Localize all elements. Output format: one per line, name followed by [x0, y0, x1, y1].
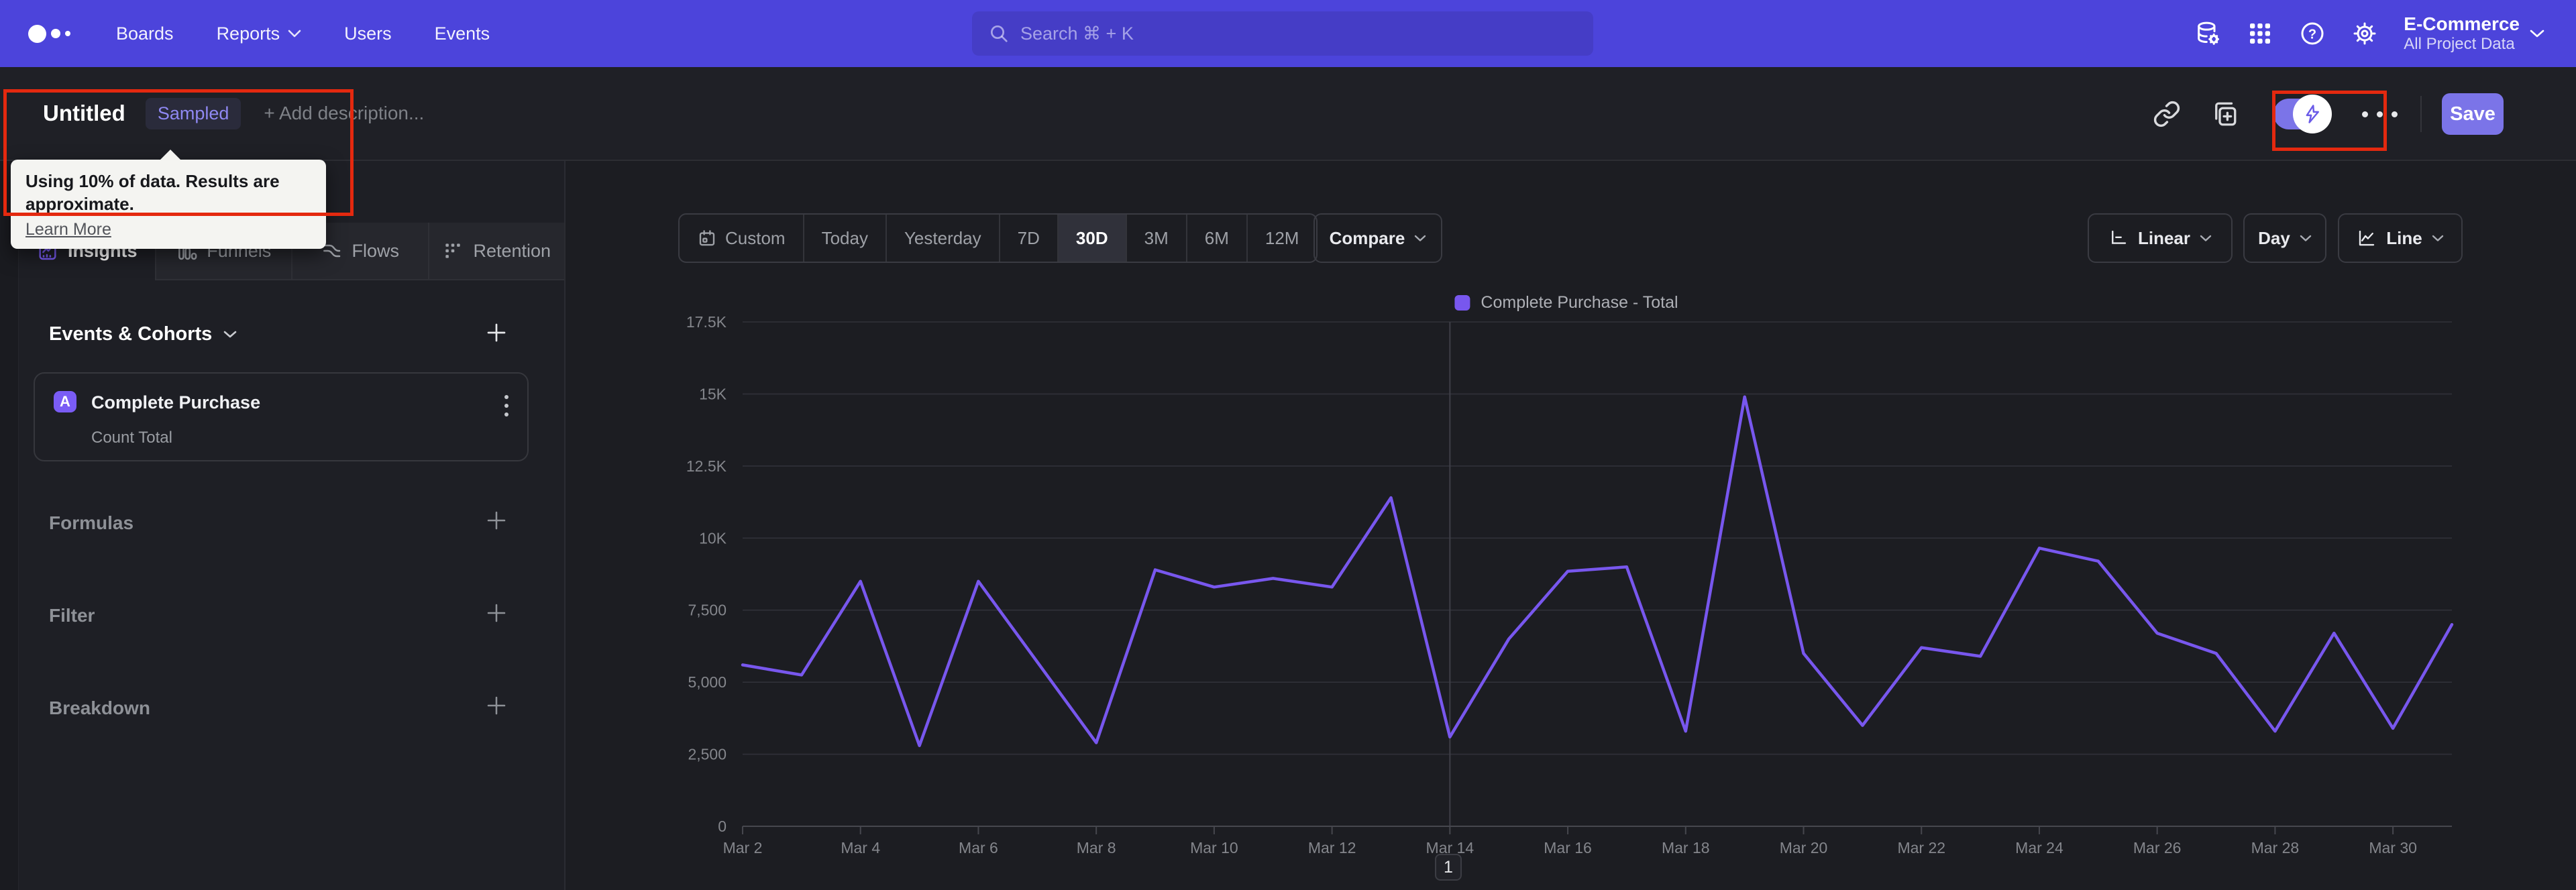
save-button[interactable]: Save — [2442, 93, 2504, 135]
sampling-toggle[interactable] — [2273, 95, 2332, 133]
chevron-down-icon[interactable] — [2529, 29, 2545, 38]
query-sidebar: Insights Funnels Flows Retention Events … — [0, 161, 566, 890]
top-nav: Boards Reports Users Events Search ⌘ + K — [0, 0, 2576, 67]
svg-text:12.5K: 12.5K — [686, 457, 727, 475]
toggle-knob — [2293, 95, 2332, 133]
svg-text:17.5K: 17.5K — [686, 313, 727, 331]
report-title[interactable]: Untitled — [43, 101, 125, 126]
svg-text:7,500: 7,500 — [688, 602, 727, 619]
events-cohorts-header[interactable]: Events & Cohorts — [49, 323, 237, 345]
add-to-board-icon[interactable] — [2210, 100, 2239, 128]
add-filter-button[interactable] — [484, 601, 508, 625]
chevron-down-icon — [288, 30, 301, 38]
add-formula-button[interactable] — [484, 508, 508, 533]
formulas-section: Formulas — [0, 510, 566, 539]
svg-text:Mar 20: Mar 20 — [1780, 839, 1828, 856]
svg-text:Mar 10: Mar 10 — [1190, 839, 1238, 856]
svg-text:Mar 12: Mar 12 — [1308, 839, 1356, 856]
svg-text:?: ? — [2308, 27, 2316, 42]
search-input[interactable]: Search ⌘ + K — [972, 11, 1593, 56]
app-root: Boards Reports Users Events Search ⌘ + K — [0, 0, 2576, 890]
settings-gear-icon[interactable] — [2351, 20, 2378, 47]
section-label: Filter — [49, 605, 95, 626]
chevron-down-icon — [224, 331, 237, 338]
svg-text:Mar 24: Mar 24 — [2015, 839, 2063, 856]
event-options-icon[interactable] — [502, 392, 511, 419]
section-label: Breakdown — [49, 698, 150, 718]
event-name: Complete Purchase — [91, 392, 261, 412]
svg-text:Mar 22: Mar 22 — [1897, 839, 1945, 856]
tab-retention[interactable]: Retention — [427, 223, 564, 280]
more-menu-icon[interactable] — [2362, 111, 2398, 117]
nav-item-users[interactable]: Users — [344, 23, 392, 44]
copy-link-icon[interactable] — [2153, 100, 2181, 128]
svg-text:Mar 4: Mar 4 — [841, 839, 880, 856]
svg-text:Mar 28: Mar 28 — [2251, 839, 2300, 856]
learn-more-link[interactable]: Learn More — [25, 220, 111, 239]
event-letter-badge: A — [54, 391, 76, 412]
apps-grid-icon[interactable] — [2247, 20, 2273, 47]
mixpanel-logo[interactable] — [28, 24, 70, 43]
add-description[interactable]: + Add description... — [264, 103, 424, 124]
tab-label: Retention — [473, 240, 551, 261]
retention-icon — [445, 243, 461, 258]
svg-text:Mar 8: Mar 8 — [1077, 839, 1116, 856]
svg-text:Mar 18: Mar 18 — [1662, 839, 1710, 856]
svg-text:Mar 26: Mar 26 — [2133, 839, 2182, 856]
add-event-button[interactable] — [484, 321, 508, 345]
svg-text:Mar 2: Mar 2 — [723, 839, 763, 856]
nav-item-reports[interactable]: Reports — [217, 23, 302, 44]
nav-right: ? E-Commerce All Project Data — [2194, 0, 2576, 67]
event-card[interactable]: A Complete Purchase Count Total — [34, 372, 529, 461]
nav-item-events[interactable]: Events — [435, 23, 490, 44]
search-icon — [991, 25, 1008, 42]
svg-text:Mar 6: Mar 6 — [959, 839, 998, 856]
project-name: E-Commerce — [2404, 13, 2520, 34]
report-actions: Save — [2153, 67, 2504, 161]
project-scope: All Project Data — [2404, 35, 2515, 54]
svg-text:10K: 10K — [699, 529, 727, 547]
report-header: Untitled Sampled + Add description... Sa… — [0, 67, 2576, 161]
svg-text:Mar 30: Mar 30 — [2369, 839, 2417, 856]
svg-text:Mar 16: Mar 16 — [1544, 839, 1592, 856]
section-label: Formulas — [49, 512, 134, 533]
filter-section: Filter — [0, 602, 566, 632]
line-chart[interactable]: 17.5K 15K 12.5K 10K 7,500 5,000 2,500 0 Mar 2 Mar… — [567, 161, 2576, 890]
sampling-tooltip: Using 10% of data. Results are approxima… — [11, 150, 326, 249]
sampled-badge[interactable]: Sampled — [145, 97, 241, 129]
nav-item-boards[interactable]: Boards — [116, 23, 174, 44]
project-selector[interactable]: E-Commerce All Project Data — [2404, 13, 2520, 54]
lightning-icon — [2306, 105, 2319, 123]
pagination-page-1[interactable]: 1 — [1435, 854, 1462, 881]
svg-text:0: 0 — [718, 818, 727, 835]
svg-text:2,500: 2,500 — [688, 746, 727, 763]
tab-label: Flows — [352, 240, 399, 261]
data-management-icon[interactable] — [2194, 20, 2221, 47]
svg-text:15K: 15K — [699, 385, 727, 402]
primary-nav: Boards Reports Users Events — [116, 23, 490, 44]
divider — [2420, 96, 2422, 132]
breakdown-section: Breakdown — [0, 695, 566, 724]
tooltip-message: Using 10% of data. Results are approxima… — [25, 171, 280, 214]
help-icon[interactable]: ? — [2299, 20, 2326, 47]
event-metric[interactable]: Count Total — [91, 429, 172, 447]
chart-panel: Custom Today Yesterday 7D 30D 3M 6M 12M … — [567, 161, 2576, 890]
add-breakdown-button[interactable] — [484, 693, 508, 718]
search-placeholder: Search ⌘ + K — [1020, 23, 1134, 44]
svg-text:5,000: 5,000 — [688, 673, 727, 691]
